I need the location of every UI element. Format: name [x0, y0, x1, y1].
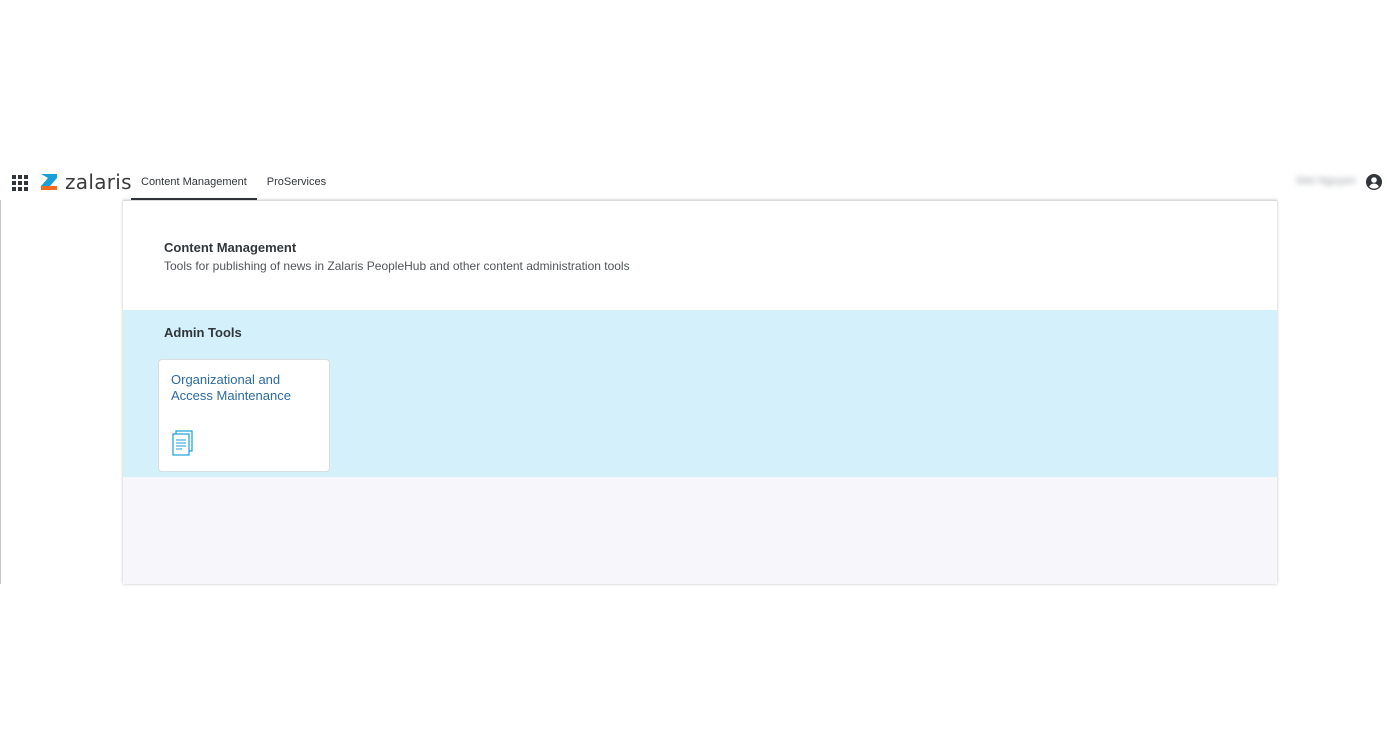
page-subtitle: Tools for publishing of news in Zalaris …: [164, 259, 630, 273]
tab-proservices[interactable]: ProServices: [257, 164, 336, 200]
brand-name: zalaris: [65, 170, 132, 194]
shell-left-border: [0, 200, 1, 584]
tab-content-management[interactable]: Content Management: [131, 164, 257, 200]
document-icon: [172, 430, 193, 456]
app-launcher-icon[interactable]: [12, 175, 28, 191]
tile-title: Organizational and Access Maintenance: [171, 372, 291, 403]
section-title: Admin Tools: [164, 325, 242, 340]
top-nav-tabs: Content Management ProServices: [131, 164, 336, 200]
user-name[interactable]: Wei Nguyen: [1296, 175, 1356, 187]
tile-organizational-access-maintenance[interactable]: Organizational and Access Maintenance: [158, 359, 330, 472]
zalaris-logo-icon: [41, 174, 57, 190]
page-container: Content Management Tools for publishing …: [123, 200, 1277, 584]
zalaris-logo[interactable]: zalaris: [39, 171, 132, 193]
page-header: Content Management Tools for publishing …: [123, 200, 1277, 310]
user-avatar-icon[interactable]: [1366, 174, 1382, 190]
top-app-bar: zalaris Content Management ProServices W…: [0, 164, 1400, 200]
page-title: Content Management: [164, 240, 297, 255]
admin-tools-section: Admin Tools Organizational and Access Ma…: [123, 310, 1277, 477]
